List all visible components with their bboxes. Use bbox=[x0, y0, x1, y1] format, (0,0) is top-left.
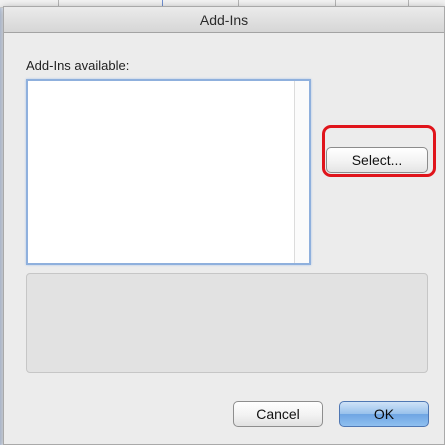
add-in-description-panel bbox=[26, 273, 428, 373]
add-ins-dialog: Add-Ins Add-Ins available: Select... Can… bbox=[3, 6, 445, 445]
cancel-button[interactable]: Cancel bbox=[233, 401, 323, 427]
add-ins-list[interactable] bbox=[26, 79, 311, 265]
select-button[interactable]: Select... bbox=[326, 147, 428, 173]
dialog-titlebar[interactable]: Add-Ins bbox=[4, 7, 444, 33]
add-ins-available-label: Add-Ins available: bbox=[26, 58, 130, 73]
screen: Add-Ins Add-Ins available: Select... Can… bbox=[0, 0, 445, 445]
dialog-title: Add-Ins bbox=[199, 12, 249, 28]
add-ins-list-scrollbar[interactable] bbox=[294, 81, 309, 263]
ok-button[interactable]: OK bbox=[339, 401, 429, 427]
